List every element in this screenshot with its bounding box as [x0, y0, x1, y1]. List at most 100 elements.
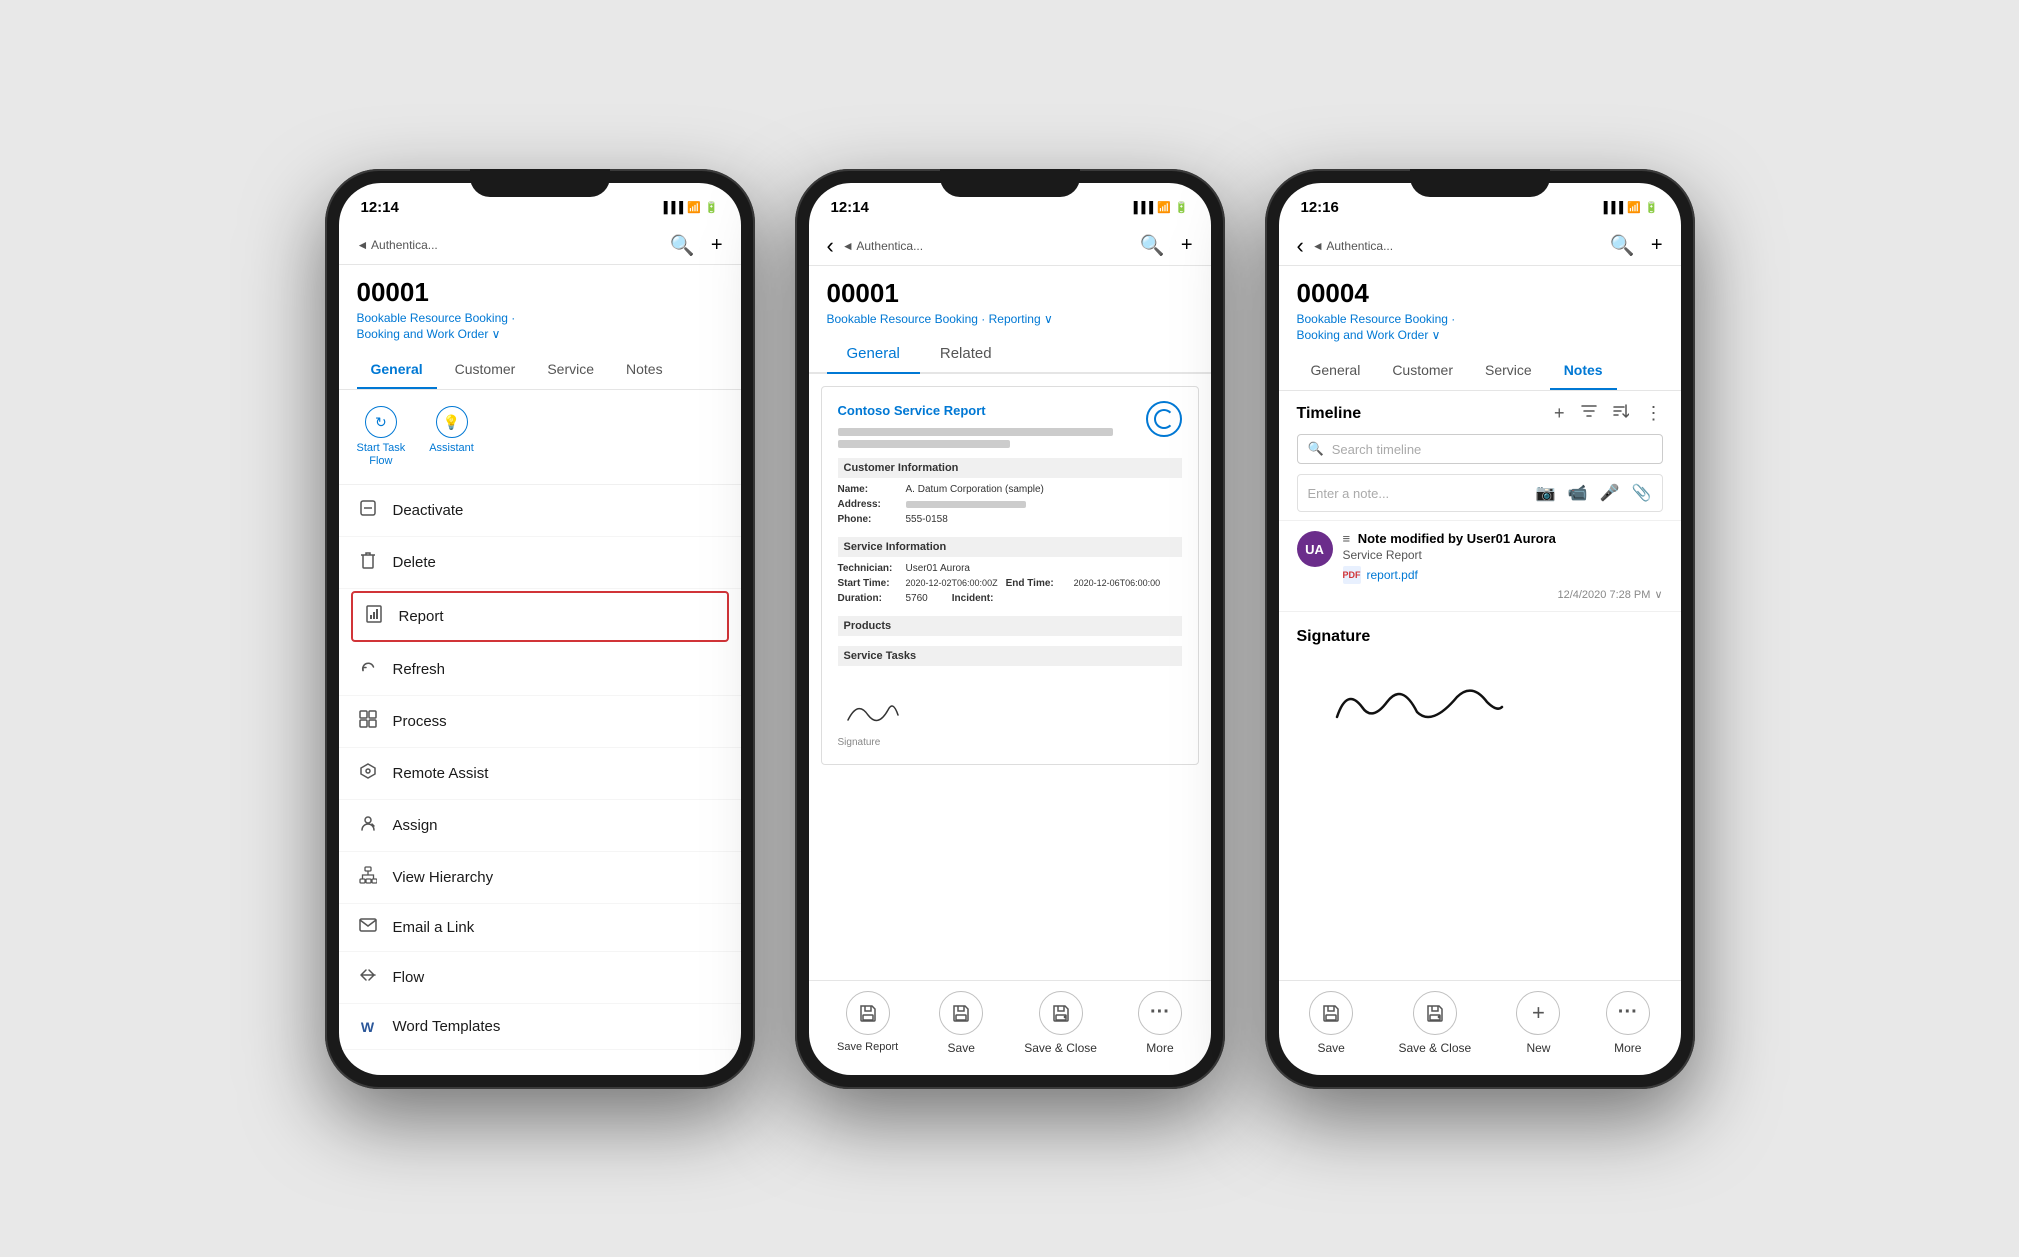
assign-menu-item[interactable]: Assign: [339, 800, 741, 852]
technician-label: Technician:: [838, 563, 898, 574]
phone-1-nav-bar: ◄ Authentica... 🔍 +: [339, 227, 741, 265]
address-label: Address:: [838, 499, 898, 510]
timestamp-text: 12/4/2020 7:28 PM: [1557, 589, 1650, 601]
phone-1-command-section: ↻ Start TaskFlow 💡 Assistant: [339, 390, 741, 485]
process-menu-item[interactable]: Process: [339, 696, 741, 748]
email-link-menu-item[interactable]: Email a Link: [339, 904, 741, 952]
wifi-icon: 📶: [1627, 201, 1641, 214]
blurred-address-1: [838, 428, 1113, 436]
search-icon-3[interactable]: 🔍: [1610, 233, 1635, 258]
tab-service[interactable]: Service: [533, 351, 608, 389]
add-icon[interactable]: +: [711, 234, 723, 257]
save-close-button-3[interactable]: Save & Close: [1398, 991, 1471, 1055]
phone-1-record-id: 00001: [357, 277, 723, 308]
phone-1-record-header: 00001 Bookable Resource Booking · Bookin…: [339, 265, 741, 352]
delete-menu-item[interactable]: Delete: [339, 537, 741, 589]
camera-icon[interactable]: 📷: [1536, 483, 1556, 503]
phones-container: 12:14 ▐▐▐ 📶 🔋 ◄ Authentica... 🔍 + 00001 …: [325, 169, 1695, 1089]
view-hierarchy-menu-item[interactable]: View Hierarchy: [339, 852, 741, 904]
blurred-address-2: [838, 440, 1010, 448]
note-input[interactable]: Enter a note... 📷 📹 🎤 📎: [1297, 474, 1663, 512]
video-icon[interactable]: 📹: [1568, 483, 1588, 503]
phone-1-status-icons: ▐▐▐ 📶 🔋: [660, 201, 719, 214]
phone-1-subtitle-line2: Booking and Work Order ∨: [357, 327, 501, 341]
save-report-button[interactable]: Save Report: [837, 991, 898, 1055]
phone-2-nav-bar: ‹ ◄ Authentica... 🔍 +: [809, 227, 1211, 266]
start-task-flow-button[interactable]: ↻ Start TaskFlow: [357, 406, 406, 468]
timeline-search[interactable]: 🔍 Search timeline: [1297, 434, 1663, 464]
phone-1-time: 12:14: [361, 199, 399, 216]
phone-3-frame: 12:16 ▐▐▐ 📶 🔋 ‹ ◄ Authentica... 🔍 + 0000…: [1265, 169, 1695, 1089]
phone-2-status-icons: ▐▐▐ 📶 🔋: [1130, 201, 1189, 214]
report-icon: [363, 605, 385, 628]
timeline-sort-icon[interactable]: [1613, 403, 1629, 424]
report-tab-general[interactable]: General: [827, 335, 920, 374]
timeline-filter-icon[interactable]: [1581, 403, 1597, 424]
save-icon: [939, 991, 983, 1035]
more-label-3: More: [1614, 1041, 1641, 1055]
tab-general-3[interactable]: General: [1297, 352, 1375, 390]
assistant-button[interactable]: 💡 Assistant: [429, 406, 474, 468]
search-icon-timeline: 🔍: [1308, 441, 1324, 457]
phone-1-subtitle-line1: Bookable Resource Booking ·: [357, 311, 516, 325]
search-icon-2[interactable]: 🔍: [1140, 233, 1165, 258]
search-icon[interactable]: 🔍: [670, 233, 695, 258]
remote-assist-menu-item[interactable]: Remote Assist: [339, 748, 741, 800]
tab-customer[interactable]: Customer: [441, 351, 530, 389]
phone-3-breadcrumb[interactable]: ◄ Authentica...: [1312, 239, 1393, 253]
timeline-title: Timeline: [1297, 405, 1554, 423]
phone-1-breadcrumb[interactable]: ◄ Authentica...: [357, 238, 438, 252]
more-button-2[interactable]: ··· More: [1138, 991, 1182, 1055]
report-label: Report: [399, 608, 444, 625]
address-value-blurred: [906, 501, 1026, 508]
save-close-button[interactable]: Save & Close: [1024, 991, 1097, 1055]
note-title: ≡ Note modified by User01 Aurora: [1343, 531, 1663, 546]
report-title: Contoso Service Report: [838, 403, 1182, 418]
word-templates-menu-item[interactable]: W Word Templates: [339, 1004, 741, 1050]
tab-customer-3[interactable]: Customer: [1378, 352, 1467, 390]
report-menu-item[interactable]: Report: [351, 591, 729, 642]
timeline-add-icon[interactable]: +: [1554, 403, 1565, 424]
new-button[interactable]: + New: [1516, 991, 1560, 1055]
avatar-initials: UA: [1305, 542, 1324, 557]
add-icon-3[interactable]: +: [1651, 234, 1663, 257]
search-placeholder: Search timeline: [1332, 442, 1422, 457]
save-icon-3: [1309, 991, 1353, 1035]
save-button[interactable]: Save: [939, 991, 983, 1055]
timeline-header: Timeline + ⋮: [1297, 403, 1663, 424]
expand-icon[interactable]: ∨: [1654, 588, 1662, 601]
phone-2-record-id: 00001: [827, 278, 1193, 309]
phone-2-breadcrumb[interactable]: ◄ Authentica...: [842, 239, 923, 253]
tab-service-3[interactable]: Service: [1471, 352, 1546, 390]
tab-notes-3[interactable]: Notes: [1550, 352, 1617, 390]
timeline-more-icon[interactable]: ⋮: [1645, 403, 1663, 424]
phone-3-status-icons: ▐▐▐ 📶 🔋: [1600, 201, 1659, 214]
phone-2-subtitle-line1: Bookable Resource Booking ·: [827, 312, 986, 326]
tab-general[interactable]: General: [357, 351, 437, 389]
save-label: Save: [948, 1041, 975, 1055]
timeline-actions: + ⋮: [1554, 403, 1663, 424]
delete-label: Delete: [393, 554, 436, 571]
phone-3-back-button[interactable]: ‹: [1297, 233, 1304, 259]
refresh-menu-item[interactable]: Refresh: [339, 644, 741, 696]
battery-icon: 🔋: [1175, 201, 1189, 214]
signature-section: Signature: [1279, 612, 1681, 758]
report-signature-label: Signature: [838, 737, 1182, 748]
note-avatar: UA: [1297, 531, 1333, 567]
battery-icon: 🔋: [705, 201, 719, 214]
tab-notes[interactable]: Notes: [612, 351, 677, 389]
name-label: Name:: [838, 484, 898, 495]
note-link[interactable]: PDF report.pdf: [1343, 566, 1663, 584]
start-task-flow-label: Start TaskFlow: [357, 442, 406, 468]
save-button-3[interactable]: Save: [1309, 991, 1353, 1055]
note-link-text: report.pdf: [1367, 568, 1418, 582]
attach-icon[interactable]: 📎: [1632, 483, 1652, 503]
phone-2-record-header: 00001 Bookable Resource Booking · Report…: [809, 266, 1211, 336]
report-tab-related[interactable]: Related: [920, 335, 1012, 374]
add-icon-2[interactable]: +: [1181, 234, 1193, 257]
flow-menu-item[interactable]: Flow: [339, 952, 741, 1004]
deactivate-menu-item[interactable]: Deactivate: [339, 485, 741, 537]
more-button-3[interactable]: ··· More: [1606, 991, 1650, 1055]
mic-icon[interactable]: 🎤: [1600, 483, 1620, 503]
phone-2-back-button[interactable]: ‹: [827, 233, 834, 259]
